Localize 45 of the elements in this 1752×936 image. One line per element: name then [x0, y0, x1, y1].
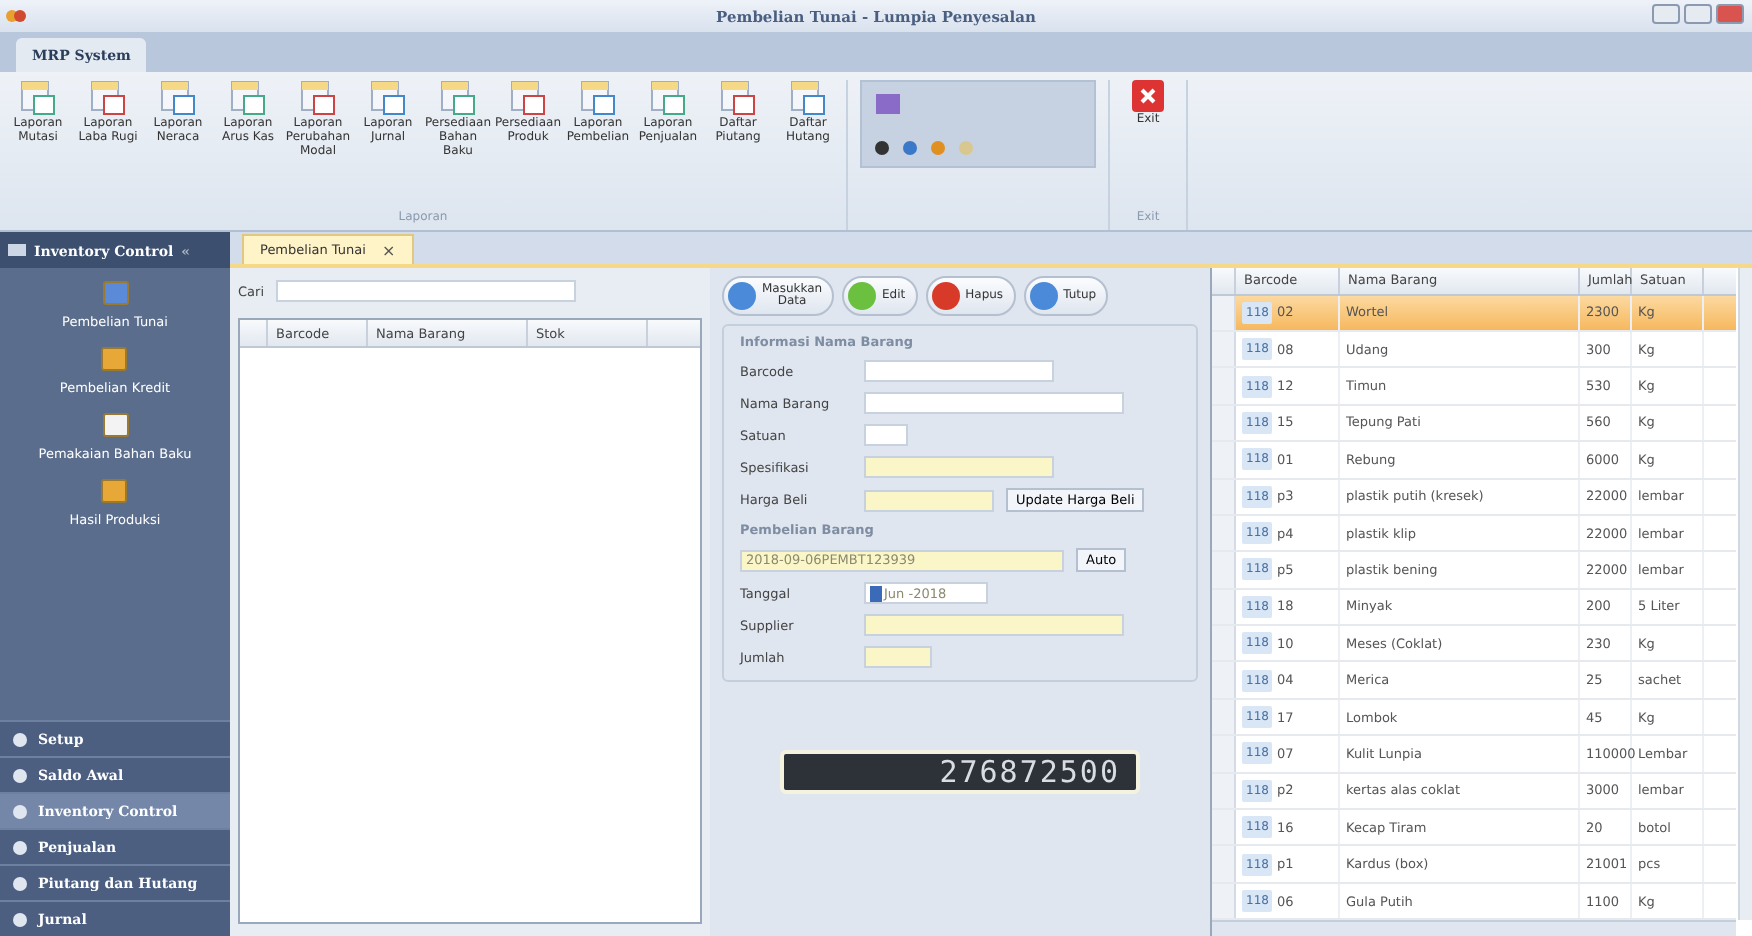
box-icon — [98, 474, 131, 506]
report-icon — [160, 80, 196, 116]
action-icon — [728, 282, 756, 310]
quantity-field[interactable] — [864, 646, 932, 668]
nav-icon — [12, 875, 28, 891]
close-button[interactable] — [1716, 4, 1744, 24]
box-icon — [99, 276, 131, 308]
app-icon — [6, 8, 26, 24]
nav-icon — [12, 911, 28, 927]
minimize-button[interactable] — [1652, 4, 1680, 24]
vertical-scrollbar[interactable] — [1738, 268, 1752, 920]
horizontal-scrollbar[interactable] — [1212, 920, 1736, 936]
nav-icon — [12, 839, 28, 855]
input-field[interactable] — [864, 489, 994, 511]
input-field[interactable] — [864, 456, 1054, 478]
style-gallery[interactable] — [860, 80, 1096, 168]
report-icon — [370, 80, 406, 116]
report-icon — [510, 80, 546, 116]
nav-icon — [12, 767, 28, 783]
input-field[interactable] — [864, 392, 1124, 414]
restore-button[interactable] — [1684, 4, 1712, 24]
nav-icon — [12, 731, 28, 747]
report-icon — [790, 80, 826, 116]
search-field[interactable] — [276, 280, 576, 302]
report-icon — [650, 80, 686, 116]
total-display: 276872500 — [780, 750, 1140, 794]
action-icon — [1029, 282, 1058, 310]
report-icon — [90, 80, 126, 116]
close-tab-button[interactable]: × — [381, 241, 396, 259]
supplier-dropdown[interactable] — [864, 614, 1124, 636]
box-icon — [99, 408, 131, 440]
action-icon — [931, 282, 960, 310]
close-icon — [1132, 80, 1164, 112]
report-icon — [580, 80, 616, 116]
input-field[interactable] — [864, 424, 908, 446]
grid-icon — [8, 244, 26, 256]
input-field[interactable] — [864, 360, 1054, 382]
action-icon — [848, 282, 876, 310]
report-icon — [230, 80, 266, 116]
report-icon — [20, 80, 56, 116]
report-icon — [300, 80, 336, 116]
report-icon — [440, 80, 476, 116]
nav-icon — [12, 803, 28, 819]
box-icon — [98, 342, 131, 374]
report-icon — [720, 80, 756, 116]
